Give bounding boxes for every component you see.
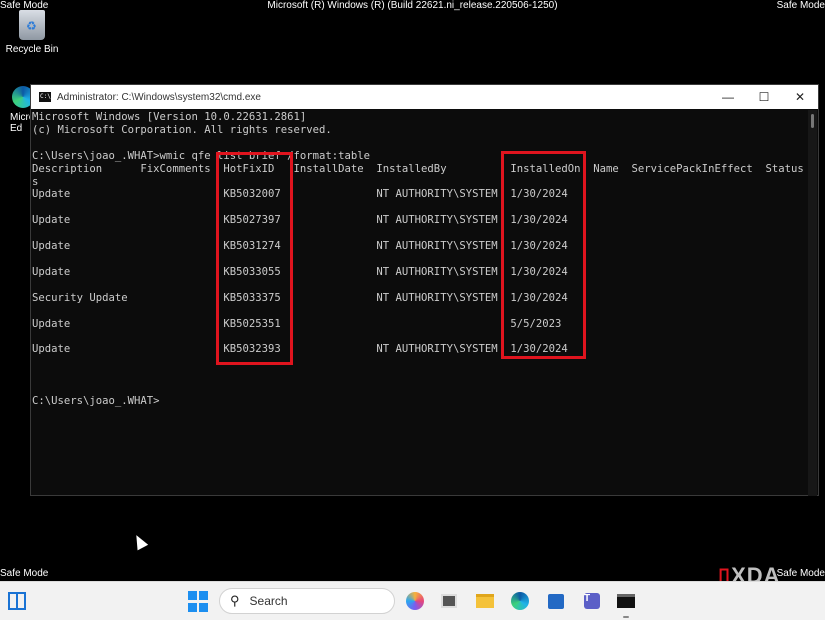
console-line: s	[32, 175, 39, 188]
console-line: Update KB5032393 NT AUTHORITY\SYSTEM 1/3…	[32, 343, 568, 356]
mouse-cursor-icon	[131, 532, 149, 551]
console-line: (c) Microsoft Corporation. All rights re…	[32, 123, 332, 136]
console-line: Update KB5027397 NT AUTHORITY\SYSTEM 1/3…	[32, 214, 568, 227]
close-button[interactable]: ✕	[782, 90, 818, 104]
console-line: C:\Users\joao_.WHAT>wmic qfe list brief …	[32, 149, 371, 162]
console-line: Update KB5025351 5/5/2023	[32, 317, 562, 330]
desktop-icon-label: Recycle Bin	[5, 44, 59, 55]
file-explorer-icon[interactable]	[474, 590, 496, 612]
search-label: Search	[249, 594, 288, 608]
safe-mode-label: Safe Mode	[776, 568, 825, 579]
cmd-window[interactable]: C:\ Administrator: C:\Windows\system32\c…	[30, 84, 819, 496]
maximize-button[interactable]: ☐	[746, 90, 782, 104]
console-line: C:\Users\joao_.WHAT>	[32, 394, 160, 407]
start-button[interactable]	[187, 590, 209, 612]
recycle-bin-icon: ♻	[19, 10, 45, 40]
desktop-icon-recycle-bin[interactable]: ♻ Recycle Bin	[4, 10, 60, 55]
teams-icon[interactable]: T	[581, 590, 603, 612]
cmd-icon[interactable]	[615, 590, 637, 618]
scrollbar[interactable]	[808, 110, 817, 496]
console-line: Security Update KB5033375 NT AUTHORITY\S…	[32, 291, 568, 304]
console-line: Update KB5031274 NT AUTHORITY\SYSTEM 1/3…	[32, 240, 568, 253]
highlight-box-hotfixid	[216, 152, 293, 365]
cmd-app-icon: C:\	[39, 92, 51, 102]
store-icon[interactable]	[545, 590, 567, 612]
taskbar-search[interactable]: ⚲ Search	[219, 588, 395, 614]
highlight-box-installedon	[501, 151, 586, 359]
console-line: Description FixComments HotFixID Install…	[32, 162, 804, 175]
console-line: Microsoft Windows [Version 10.0.22631.28…	[32, 111, 307, 123]
edge-icon[interactable]	[509, 590, 531, 612]
magnifier-icon: ⚲	[230, 593, 240, 608]
window-title: Administrator: C:\Windows\system32\cmd.e…	[57, 91, 261, 103]
terminal-icon[interactable]	[438, 590, 460, 612]
safe-mode-label: Safe Mode	[0, 568, 49, 579]
window-titlebar[interactable]: C:\ Administrator: C:\Windows\system32\c…	[31, 85, 818, 109]
console-line: Update KB5033055 NT AUTHORITY\SYSTEM 1/3…	[32, 265, 568, 278]
scrollbar-thumb[interactable]	[811, 114, 814, 128]
build-watermark: Microsoft (R) Windows (R) (Build 22621.n…	[267, 0, 558, 11]
console-line: Update KB5032007 NT AUTHORITY\SYSTEM 1/3…	[32, 188, 568, 201]
widgets-icon[interactable]	[8, 592, 26, 610]
taskbar: ⚲ Search T	[0, 581, 825, 620]
minimize-button[interactable]: —	[710, 90, 746, 104]
console-output[interactable]: Microsoft Windows [Version 10.0.22631.28…	[31, 109, 808, 497]
copilot-icon[interactable]	[404, 590, 426, 612]
safe-mode-label: Safe Mode	[776, 0, 825, 11]
